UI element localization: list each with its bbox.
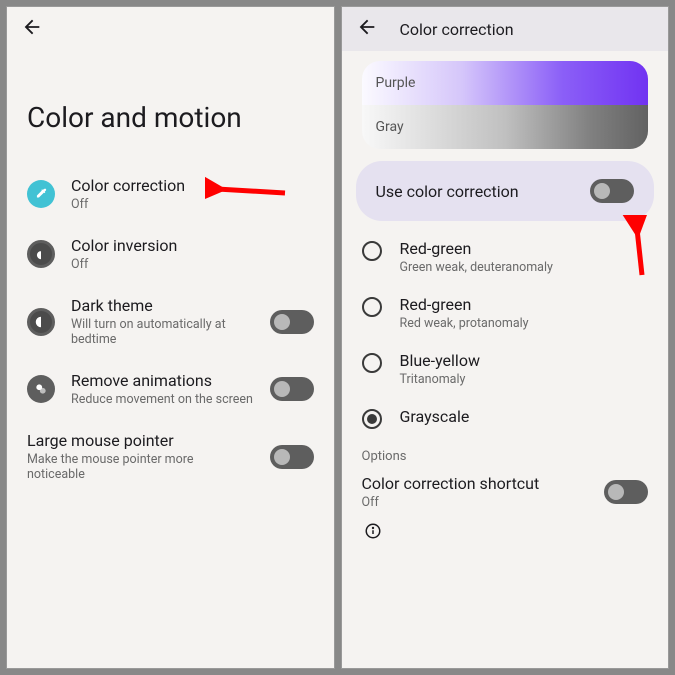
radio-icon bbox=[362, 353, 382, 373]
right-header: Color correction bbox=[342, 7, 669, 51]
radio-label: Grayscale bbox=[400, 407, 649, 426]
item-sub: Off bbox=[362, 495, 589, 510]
use-color-correction-toggle[interactable] bbox=[590, 179, 634, 203]
large-pointer-toggle[interactable] bbox=[270, 445, 314, 469]
dark-theme-icon bbox=[27, 308, 55, 336]
item-sub: Make the mouse pointer more noticeable bbox=[27, 452, 254, 482]
preview-purple-row: Purple bbox=[362, 61, 649, 105]
item-remove-animations[interactable]: Remove animations Reduce movement on the… bbox=[7, 359, 334, 419]
item-color-correction[interactable]: Color correction Off bbox=[7, 164, 334, 224]
item-sub: Reduce movement on the screen bbox=[71, 392, 254, 407]
use-color-correction-card[interactable]: Use color correction bbox=[356, 161, 655, 221]
radio-sub: Green weak, deuteranomaly bbox=[400, 260, 649, 275]
color-preview: Purple Gray bbox=[362, 61, 649, 149]
shortcut-toggle[interactable] bbox=[604, 480, 648, 504]
radio-label: Red-green bbox=[400, 239, 649, 258]
item-label: Color correction shortcut bbox=[362, 474, 589, 493]
dark-theme-toggle[interactable] bbox=[270, 310, 314, 334]
item-large-pointer[interactable]: Large mouse pointer Make the mouse point… bbox=[7, 419, 334, 494]
item-sub: Will turn on automatically at bedtime bbox=[71, 317, 254, 347]
item-sub: Off bbox=[71, 197, 314, 212]
left-header bbox=[7, 7, 334, 51]
item-label: Large mouse pointer bbox=[27, 431, 254, 450]
item-sub: Off bbox=[71, 257, 314, 272]
radio-red-green-prot[interactable]: Red-green Red weak, protanomaly bbox=[342, 285, 669, 341]
color-and-motion-pane: Color and motion Color correction Off Co… bbox=[6, 6, 335, 669]
preview-gray-row: Gray bbox=[362, 105, 649, 149]
eyedropper-icon bbox=[27, 180, 55, 208]
item-label: Color inversion bbox=[71, 236, 314, 255]
item-label: Dark theme bbox=[71, 296, 254, 315]
radio-grayscale[interactable]: Grayscale bbox=[342, 397, 669, 439]
item-shortcut[interactable]: Color correction shortcut Off bbox=[342, 466, 669, 516]
radio-label: Blue-yellow bbox=[400, 351, 649, 370]
radio-label: Red-green bbox=[400, 295, 649, 314]
card-label: Use color correction bbox=[376, 182, 579, 201]
radio-blue-yellow[interactable]: Blue-yellow Tritanomaly bbox=[342, 341, 669, 397]
radio-icon bbox=[362, 409, 382, 429]
back-icon[interactable] bbox=[356, 16, 378, 42]
radio-sub: Tritanomaly bbox=[400, 372, 649, 387]
options-section-label: Options bbox=[342, 439, 669, 466]
back-icon[interactable] bbox=[21, 16, 43, 42]
radio-sub: Red weak, protanomaly bbox=[400, 316, 649, 331]
page-title: Color correction bbox=[400, 20, 514, 39]
page-title: Color and motion bbox=[7, 51, 334, 164]
radio-red-green-deut[interactable]: Red-green Green weak, deuteranomaly bbox=[342, 229, 669, 285]
radio-icon bbox=[362, 297, 382, 317]
color-correction-pane: Color correction Purple Gray Use color c… bbox=[341, 6, 670, 669]
animation-icon bbox=[27, 375, 55, 403]
invert-colors-icon bbox=[27, 240, 55, 268]
info-icon[interactable] bbox=[342, 516, 669, 550]
item-label: Remove animations bbox=[71, 371, 254, 390]
item-dark-theme[interactable]: Dark theme Will turn on automatically at… bbox=[7, 284, 334, 359]
item-label: Color correction bbox=[71, 176, 314, 195]
remove-animations-toggle[interactable] bbox=[270, 377, 314, 401]
radio-icon bbox=[362, 241, 382, 261]
item-color-inversion[interactable]: Color inversion Off bbox=[7, 224, 334, 284]
